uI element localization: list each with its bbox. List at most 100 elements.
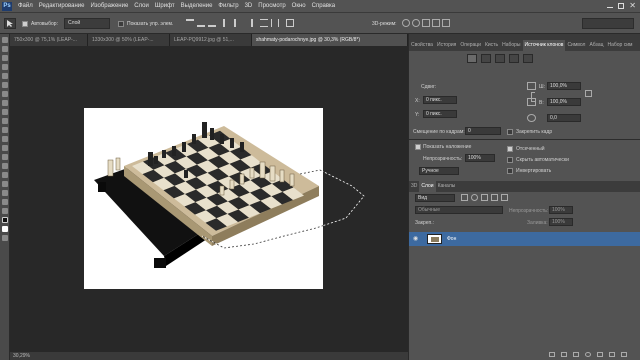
layer-name[interactable]: Фон bbox=[447, 236, 456, 242]
move-tool-preset-button[interactable] bbox=[4, 18, 16, 29]
pen-tool-icon[interactable] bbox=[2, 163, 8, 169]
clone-stamp-tool-icon[interactable] bbox=[2, 109, 8, 115]
healing-tool-icon[interactable] bbox=[2, 91, 8, 97]
menu-file[interactable]: Файл bbox=[15, 0, 36, 12]
tab-history[interactable]: История bbox=[435, 40, 458, 51]
clone-source-4-icon[interactable] bbox=[509, 54, 519, 63]
eraser-tool-icon[interactable] bbox=[2, 127, 8, 133]
3d-scale-icon[interactable] bbox=[442, 19, 450, 27]
menu-view[interactable]: Просмотр bbox=[255, 0, 288, 12]
clone-source-2-icon[interactable] bbox=[481, 54, 491, 63]
tab-actions[interactable]: Операци bbox=[458, 40, 483, 51]
workspace-dropdown[interactable] bbox=[582, 18, 634, 29]
align-top-icon[interactable] bbox=[186, 19, 194, 27]
distribute-icon[interactable] bbox=[260, 19, 268, 27]
autohide-checkbox[interactable] bbox=[507, 157, 513, 163]
move-tool-icon[interactable] bbox=[2, 37, 8, 43]
adjustment-layer-icon[interactable] bbox=[585, 352, 591, 357]
clipped-checkbox[interactable] bbox=[507, 146, 513, 152]
menu-type[interactable]: Шрифт bbox=[152, 0, 178, 12]
3d-rotate-icon[interactable] bbox=[402, 19, 410, 27]
doc-tab[interactable]: LEAP-PQ9912.jpg @ 51,... bbox=[170, 34, 252, 46]
tab-clone-source[interactable]: Источник клонов bbox=[522, 40, 566, 51]
align-right-icon[interactable] bbox=[245, 19, 253, 27]
tab-3d[interactable]: 3D bbox=[409, 181, 419, 192]
marquee-tool-icon[interactable] bbox=[2, 46, 8, 52]
align-vcenter-icon[interactable] bbox=[197, 19, 205, 27]
filter-pixel-icon[interactable] bbox=[461, 194, 468, 201]
filter-smart-icon[interactable] bbox=[501, 194, 508, 201]
menu-layers[interactable]: Слои bbox=[131, 0, 152, 12]
fill-input[interactable]: 100% bbox=[549, 218, 573, 226]
visibility-eye-icon[interactable]: ◉ bbox=[413, 235, 418, 242]
lock-frame-checkbox[interactable] bbox=[507, 129, 513, 135]
zoom-tool-icon[interactable] bbox=[2, 208, 8, 214]
document-canvas[interactable] bbox=[84, 108, 365, 289]
trash-icon[interactable] bbox=[621, 352, 627, 357]
zoom-level[interactable]: 30,29% bbox=[13, 353, 30, 359]
tab-character[interactable]: Символ bbox=[565, 40, 587, 51]
tab-channels[interactable]: Каналы bbox=[436, 181, 458, 192]
width-scale-input[interactable]: 100,0% bbox=[547, 82, 581, 90]
tab-layers[interactable]: Слои bbox=[419, 181, 436, 192]
menu-window[interactable]: Окно bbox=[289, 0, 309, 12]
lasso-tool-icon[interactable] bbox=[2, 55, 8, 61]
invert-checkbox[interactable] bbox=[507, 168, 513, 174]
type-tool-icon[interactable] bbox=[2, 172, 8, 178]
align-left-icon[interactable] bbox=[223, 19, 231, 27]
x-offset-input[interactable]: 0 пикс. bbox=[423, 96, 457, 104]
brush-tool-icon[interactable] bbox=[2, 100, 8, 106]
tab-brush[interactable]: Кисть bbox=[483, 40, 500, 51]
overlay-opacity-input[interactable]: 100% bbox=[465, 154, 495, 162]
overlay-mode-dropdown[interactable]: Ручное bbox=[419, 167, 459, 175]
3d-drag-icon[interactable] bbox=[422, 19, 430, 27]
filter-adjustment-icon[interactable] bbox=[471, 194, 478, 201]
autoselect-dropdown[interactable]: Слой bbox=[64, 18, 110, 29]
gradient-tool-icon[interactable] bbox=[2, 136, 8, 142]
show-controls-checkbox[interactable] bbox=[118, 21, 124, 27]
tab-properties[interactable]: Свойства bbox=[409, 40, 435, 51]
eyedropper-tool-icon[interactable] bbox=[2, 82, 8, 88]
reset-transform-icon[interactable] bbox=[585, 90, 592, 97]
autoselect-checkbox[interactable] bbox=[22, 21, 28, 27]
link-layers-icon[interactable] bbox=[549, 352, 555, 357]
layer-kind-filter[interactable]: Вид bbox=[415, 194, 455, 202]
dodge-tool-icon[interactable] bbox=[2, 154, 8, 160]
3d-roll-icon[interactable] bbox=[412, 19, 420, 27]
mask-icon[interactable] bbox=[573, 352, 579, 357]
quick-mask-icon[interactable] bbox=[2, 235, 8, 241]
rotation-input[interactable]: 0,0 bbox=[547, 114, 581, 122]
filter-type-icon[interactable] bbox=[481, 194, 488, 201]
menu-3d[interactable]: 3D bbox=[242, 0, 256, 12]
tab-glyphs[interactable]: Набор сим bbox=[606, 40, 635, 51]
blend-mode-dropdown[interactable]: Обычные bbox=[415, 206, 503, 214]
shape-tool-icon[interactable] bbox=[2, 190, 8, 196]
align-bottom-icon[interactable] bbox=[208, 19, 216, 27]
doc-tab[interactable]: 1330x300 @ 50% (LEAP-... bbox=[88, 34, 170, 46]
show-overlay-checkbox[interactable] bbox=[415, 144, 421, 150]
crop-tool-icon[interactable] bbox=[2, 73, 8, 79]
menu-filter[interactable]: Фильтр bbox=[215, 0, 241, 12]
menu-help[interactable]: Справка bbox=[309, 0, 339, 12]
menu-select[interactable]: Выделение bbox=[178, 0, 216, 12]
menu-edit[interactable]: Редактирование bbox=[36, 0, 88, 12]
quick-select-tool-icon[interactable] bbox=[2, 64, 8, 70]
background-color-swatch[interactable] bbox=[2, 226, 8, 232]
layer-opacity-input[interactable]: 100% bbox=[549, 206, 573, 214]
filter-shape-icon[interactable] bbox=[491, 194, 498, 201]
doc-tab[interactable]: 750x300 @ 75,1% (LEAP-... bbox=[10, 34, 88, 46]
foreground-color-swatch[interactable] bbox=[2, 217, 8, 223]
new-layer-icon[interactable] bbox=[609, 352, 615, 357]
auto-align-icon[interactable] bbox=[286, 19, 294, 27]
tab-paragraph[interactable]: Абзац bbox=[587, 40, 605, 51]
fx-icon[interactable] bbox=[561, 352, 567, 357]
distribute-h-icon[interactable] bbox=[271, 19, 279, 27]
path-select-tool-icon[interactable] bbox=[2, 181, 8, 187]
clone-source-1-icon[interactable] bbox=[467, 54, 477, 63]
y-offset-input[interactable]: 0 пикс. bbox=[423, 110, 457, 118]
history-brush-tool-icon[interactable] bbox=[2, 118, 8, 124]
doc-tab-active[interactable]: shahmaty-podarochnye.jpg @ 30,3% (RGB/8*… bbox=[252, 34, 408, 46]
tab-presets[interactable]: Наборы bbox=[500, 40, 522, 51]
menu-image[interactable]: Изображение bbox=[87, 0, 131, 12]
clone-source-3-icon[interactable] bbox=[495, 54, 505, 63]
